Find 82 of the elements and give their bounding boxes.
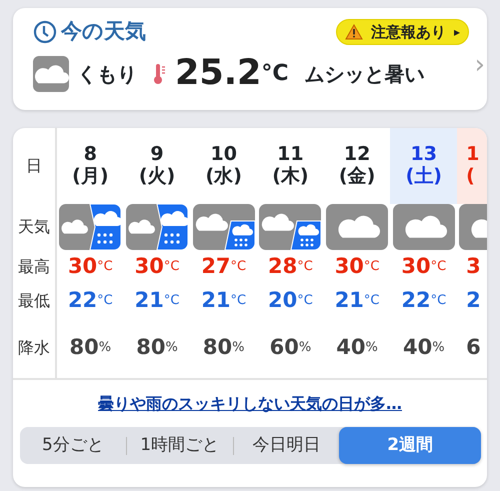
weather-icon (392, 204, 455, 250)
precip-chance: 80 (202, 334, 232, 362)
section-title: 今の天気 (61, 18, 146, 45)
tab[interactable]: 5分ごと (20, 427, 126, 464)
weather-icon (259, 204, 322, 250)
date-text: 13 (410, 144, 437, 166)
temperature-value: 25.2 (175, 56, 262, 91)
unit-text: °C (230, 258, 246, 276)
row-label: 日 (26, 155, 42, 177)
thermometer-icon (153, 62, 167, 84)
unit-text: °C (230, 292, 246, 310)
weather-icon (326, 204, 388, 250)
comfort-comment: ムシッと暑い (304, 60, 425, 88)
low-temp: 21 (201, 287, 231, 314)
clock-icon (33, 20, 57, 44)
unit-text: % (298, 339, 312, 358)
alert-button[interactable]: 注意報あり ▸ (336, 18, 469, 45)
unit-text: °C (297, 292, 313, 310)
low-temp: 22 (68, 287, 98, 314)
summary-link[interactable]: 曇りや雨のスッキリしない天気の日が多… (98, 394, 402, 413)
weekday-text: (水) (206, 166, 242, 188)
high-temp: 3 (466, 253, 481, 280)
tab[interactable]: 1時間ごと (126, 427, 233, 464)
weekday-text: (木) (272, 166, 309, 188)
unit-text: % (165, 339, 178, 358)
warning-icon (344, 24, 363, 40)
precip-chance: 60 (270, 334, 299, 362)
precip-chance: 40 (336, 334, 366, 362)
unit-text: °C (164, 292, 180, 310)
unit-text: % (366, 339, 378, 358)
weekday-text: ( (466, 166, 475, 188)
date-text: 9 (150, 144, 164, 166)
low-temp: 22 (401, 287, 431, 314)
weekday-text: (火) (138, 166, 176, 188)
date-text: 12 (344, 144, 370, 166)
unit-text: % (232, 339, 245, 358)
low-temp: 21 (334, 287, 364, 314)
high-temp: 28 (268, 253, 298, 280)
unit-text: % (432, 339, 445, 358)
temperature-unit: °C (261, 60, 289, 88)
unit-text: °C (364, 258, 380, 276)
condition-text: くもり (77, 60, 137, 88)
chevron-icon: › (474, 52, 485, 78)
high-temp: 30 (134, 253, 164, 280)
unit-text: °C (430, 292, 446, 310)
unit-text: °C (364, 292, 380, 310)
row-label: 最高 (18, 256, 50, 278)
date-text: 8 (84, 144, 97, 166)
current-weather-card[interactable]: 今の天気 注意報あり ▸ くもり 25.2°C ムシッと暑い › (13, 8, 487, 110)
precip-chance: 40 (402, 334, 432, 362)
precip-chance: 6 (466, 334, 481, 362)
weekday-text: (土) (406, 166, 442, 188)
precip-chance: 80 (136, 334, 166, 362)
row-label: 降水 (18, 337, 50, 359)
date-text: 11 (277, 144, 304, 166)
unit-text: °C (164, 258, 180, 276)
high-temp: 30 (334, 253, 364, 280)
date-text: 1 (466, 144, 480, 166)
precip-chance: 80 (70, 334, 99, 362)
low-temp: 21 (134, 287, 164, 314)
tab[interactable]: 2週間 (339, 427, 481, 464)
unit-text: % (98, 339, 112, 358)
row-label: 最低 (18, 290, 50, 312)
high-temp: 30 (401, 253, 431, 280)
arrow-icon: ▸ (454, 22, 460, 41)
weather-icon (59, 204, 122, 250)
weather-icon (192, 204, 255, 250)
unit-text: °C (97, 258, 113, 276)
unit-text: °C (97, 292, 113, 310)
high-temp: 27 (201, 253, 231, 280)
unit-text: °C (297, 258, 313, 276)
high-temp: 30 (68, 253, 98, 280)
weekday-text: (金) (338, 166, 376, 188)
weather-icon (126, 204, 188, 250)
weekday-text: (月) (72, 166, 109, 188)
unit-text: °C (430, 258, 446, 276)
low-temp: 2 (466, 287, 481, 314)
row-label: 天気 (18, 216, 50, 238)
cloud-icon (33, 56, 69, 92)
low-temp: 20 (268, 287, 298, 314)
date-text: 10 (210, 144, 237, 166)
tab[interactable]: 今日明日 (234, 427, 340, 464)
